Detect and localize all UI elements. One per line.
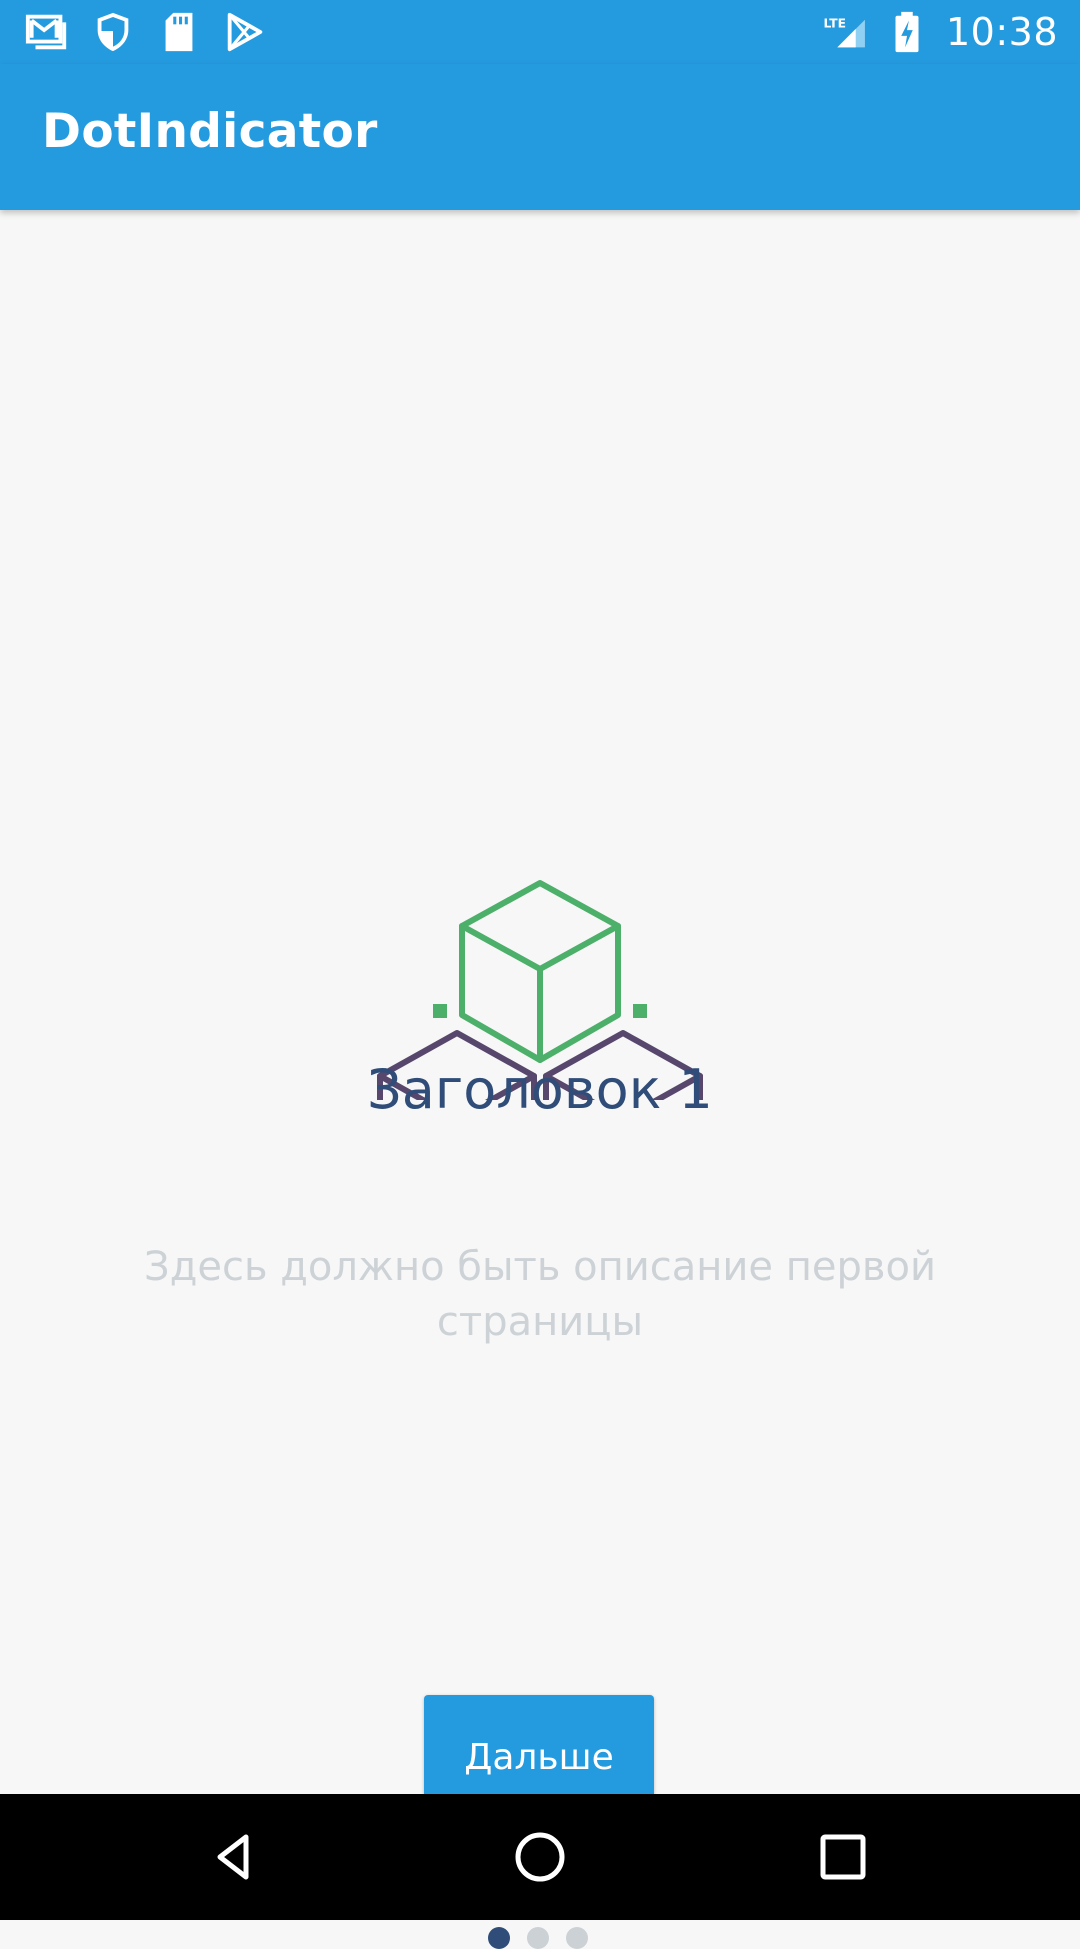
cubes-icon: [377, 880, 703, 1100]
status-notification-icons: [24, 10, 268, 54]
green-cube: [459, 880, 621, 1063]
svg-text:LTE: LTE: [824, 16, 847, 30]
gmail-icon: [25, 14, 67, 50]
page-description: Здесь должно быть описание первой страни…: [144, 1244, 936, 1345]
back-icon[interactable]: [206, 1827, 266, 1887]
battery-charging-icon: [895, 11, 919, 53]
status-time: 10:38: [945, 10, 1058, 54]
lte-signal-icon: LTE: [824, 16, 865, 48]
dot-indicator: [488, 1927, 588, 1949]
status-system-icons: LTE 10:38: [822, 10, 1058, 54]
app-title: DotIndicator: [42, 104, 378, 159]
indicator-dot-active: [488, 1927, 510, 1949]
home-icon[interactable]: [510, 1827, 570, 1887]
recents-icon[interactable]: [813, 1827, 873, 1887]
play-store-icon: [227, 12, 263, 52]
app-bar: DotIndicator: [0, 64, 1080, 210]
shield-icon: [97, 12, 129, 52]
system-navigation-bar: [0, 1794, 1080, 1920]
indicator-dot: [566, 1927, 588, 1949]
page-title: Заголовок 1: [367, 1058, 713, 1121]
sd-card-icon: [165, 12, 193, 52]
indicator-dot: [527, 1927, 549, 1949]
onboarding-page[interactable]: Заголовок 1 Здесь должно быть описание п…: [0, 210, 1080, 1949]
status-bar: LTE 10:38: [0, 0, 1080, 64]
